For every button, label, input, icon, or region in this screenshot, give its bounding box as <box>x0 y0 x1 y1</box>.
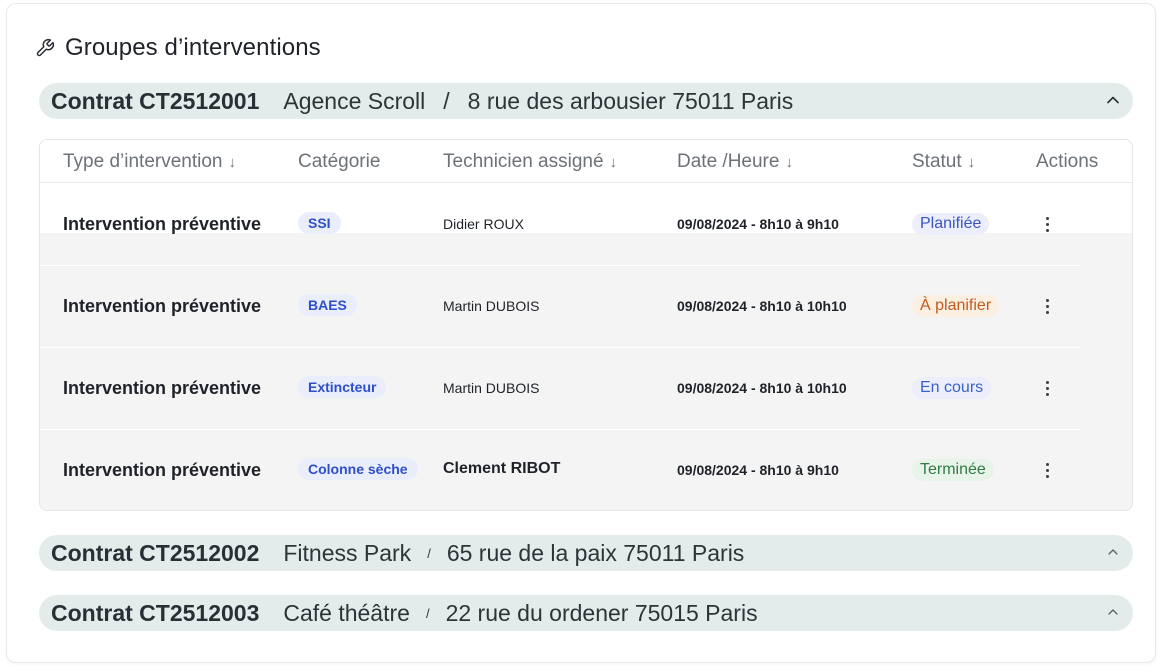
more-vertical-icon[interactable] <box>1037 460 1057 480</box>
date-time: 09/08/2024 - 8h10 à 10h10 <box>677 380 847 396</box>
category-badge: Extincteur <box>298 376 387 398</box>
chevron-up-icon[interactable] <box>1105 92 1121 108</box>
status-label: Terminée <box>912 459 994 481</box>
column-label: Technicien assigné <box>443 151 604 172</box>
category-label: Colonne sèche <box>298 458 418 480</box>
contract-address: 22 rue du ordener 75015 Paris <box>445 599 758 626</box>
wrench-icon <box>35 38 55 58</box>
sort-arrow-icon[interactable]: ↓ <box>785 154 793 171</box>
column-header-type[interactable]: Type d’intervention ↓ <box>63 151 236 173</box>
category-label: Extincteur <box>298 376 387 398</box>
contract-client: Agence Scroll <box>283 87 426 114</box>
status-badge: Terminée <box>912 459 994 481</box>
intervention-type: Intervention préventive <box>63 296 262 316</box>
technician: Martin DUBOIS <box>443 380 540 396</box>
intervention-type: Intervention préventive <box>63 460 262 480</box>
column-label: Catégorie <box>298 151 381 172</box>
panel-title: Groupes d’interventions <box>65 34 321 61</box>
contract-code: Contrat CT2512001 <box>51 87 260 114</box>
technician: Martin DUBOIS <box>443 298 540 314</box>
contract-address: 8 rue des arbousier 75011 Paris <box>467 87 794 114</box>
intervention-type: Intervention préventive <box>63 378 262 398</box>
column-header-category: Catégorie <box>298 151 380 173</box>
contract-code: Contrat CT2512002 <box>51 539 260 566</box>
column-header-status[interactable]: Statut ↓ <box>912 151 975 173</box>
sort-arrow-icon[interactable]: ↓ <box>968 154 976 171</box>
technician: Didier ROUX <box>443 216 524 232</box>
more-vertical-icon[interactable] <box>1037 296 1057 316</box>
date-time: 09/08/2024 - 8h10 à 10h10 <box>677 298 847 314</box>
more-vertical-icon[interactable] <box>1037 214 1057 234</box>
date-time: 09/08/2024 - 8h10 à 9h10 <box>677 462 839 478</box>
technician: Clement RIBOT <box>443 460 561 477</box>
contract-address: 65 rue de la paix 75011 Paris <box>446 539 745 566</box>
date-time: 09/08/2024 - 8h10 à 9h10 <box>677 216 839 232</box>
category-badge: Colonne sèche <box>298 458 418 480</box>
status-label: En cours <box>912 377 992 399</box>
column-label: Date /Heure <box>677 151 780 172</box>
status-label: Planifiée <box>912 213 990 235</box>
category-label: BAES <box>298 294 357 316</box>
contract-code: Contrat CT2512003 <box>51 599 260 626</box>
contract-client: Fitness Park <box>283 539 412 566</box>
panel-header: Groupes d’interventions <box>35 33 321 63</box>
column-header-technician[interactable]: Technicien assigné ↓ <box>443 151 617 173</box>
row-divider <box>40 347 1080 348</box>
intervention-type: Intervention préventive <box>63 214 262 234</box>
separator: / <box>443 87 450 114</box>
column-header-actions: Actions <box>1036 151 1098 173</box>
chevron-up-icon[interactable] <box>1105 604 1121 620</box>
status-badge: En cours <box>912 377 992 399</box>
chevron-up-icon[interactable] <box>1105 544 1121 560</box>
more-vertical-icon[interactable] <box>1037 378 1057 398</box>
category-label: SSI <box>298 212 341 234</box>
separator: / <box>427 545 431 561</box>
contract-header-ct2512003[interactable]: Contrat CT2512003 Café théâtre / 22 rue … <box>39 595 1133 631</box>
category-badge: BAES <box>298 294 357 316</box>
column-label: Type d’intervention <box>63 151 223 172</box>
row-divider <box>40 429 1080 430</box>
separator: / <box>425 605 430 621</box>
contract-header-ct2512002[interactable]: Contrat CT2512002 Fitness Park / 65 rue … <box>39 535 1133 571</box>
status-label: À planifier <box>912 295 1000 317</box>
contract-client: Café théâtre <box>283 599 410 626</box>
contract-header-ct2512001[interactable]: Contrat CT2512001 Agence Scroll / 8 rue … <box>39 83 1133 119</box>
interventions-table: Type d’intervention ↓ Catégorie Technici… <box>39 139 1133 511</box>
column-label: Actions <box>1036 151 1099 172</box>
status-badge: Planifiée <box>912 213 990 235</box>
sort-arrow-icon[interactable]: ↓ <box>610 154 618 171</box>
table-header: Type d’intervention ↓ Catégorie Technici… <box>40 140 1132 183</box>
status-badge: À planifier <box>912 295 1000 317</box>
category-badge: SSI <box>298 212 341 234</box>
sort-arrow-icon[interactable]: ↓ <box>229 154 237 171</box>
interventions-panel: Groupes d’interventions Contrat CT251200… <box>6 3 1156 663</box>
row-divider <box>40 265 1080 266</box>
column-header-datetime[interactable]: Date /Heure ↓ <box>677 151 793 173</box>
column-label: Statut <box>912 151 962 172</box>
